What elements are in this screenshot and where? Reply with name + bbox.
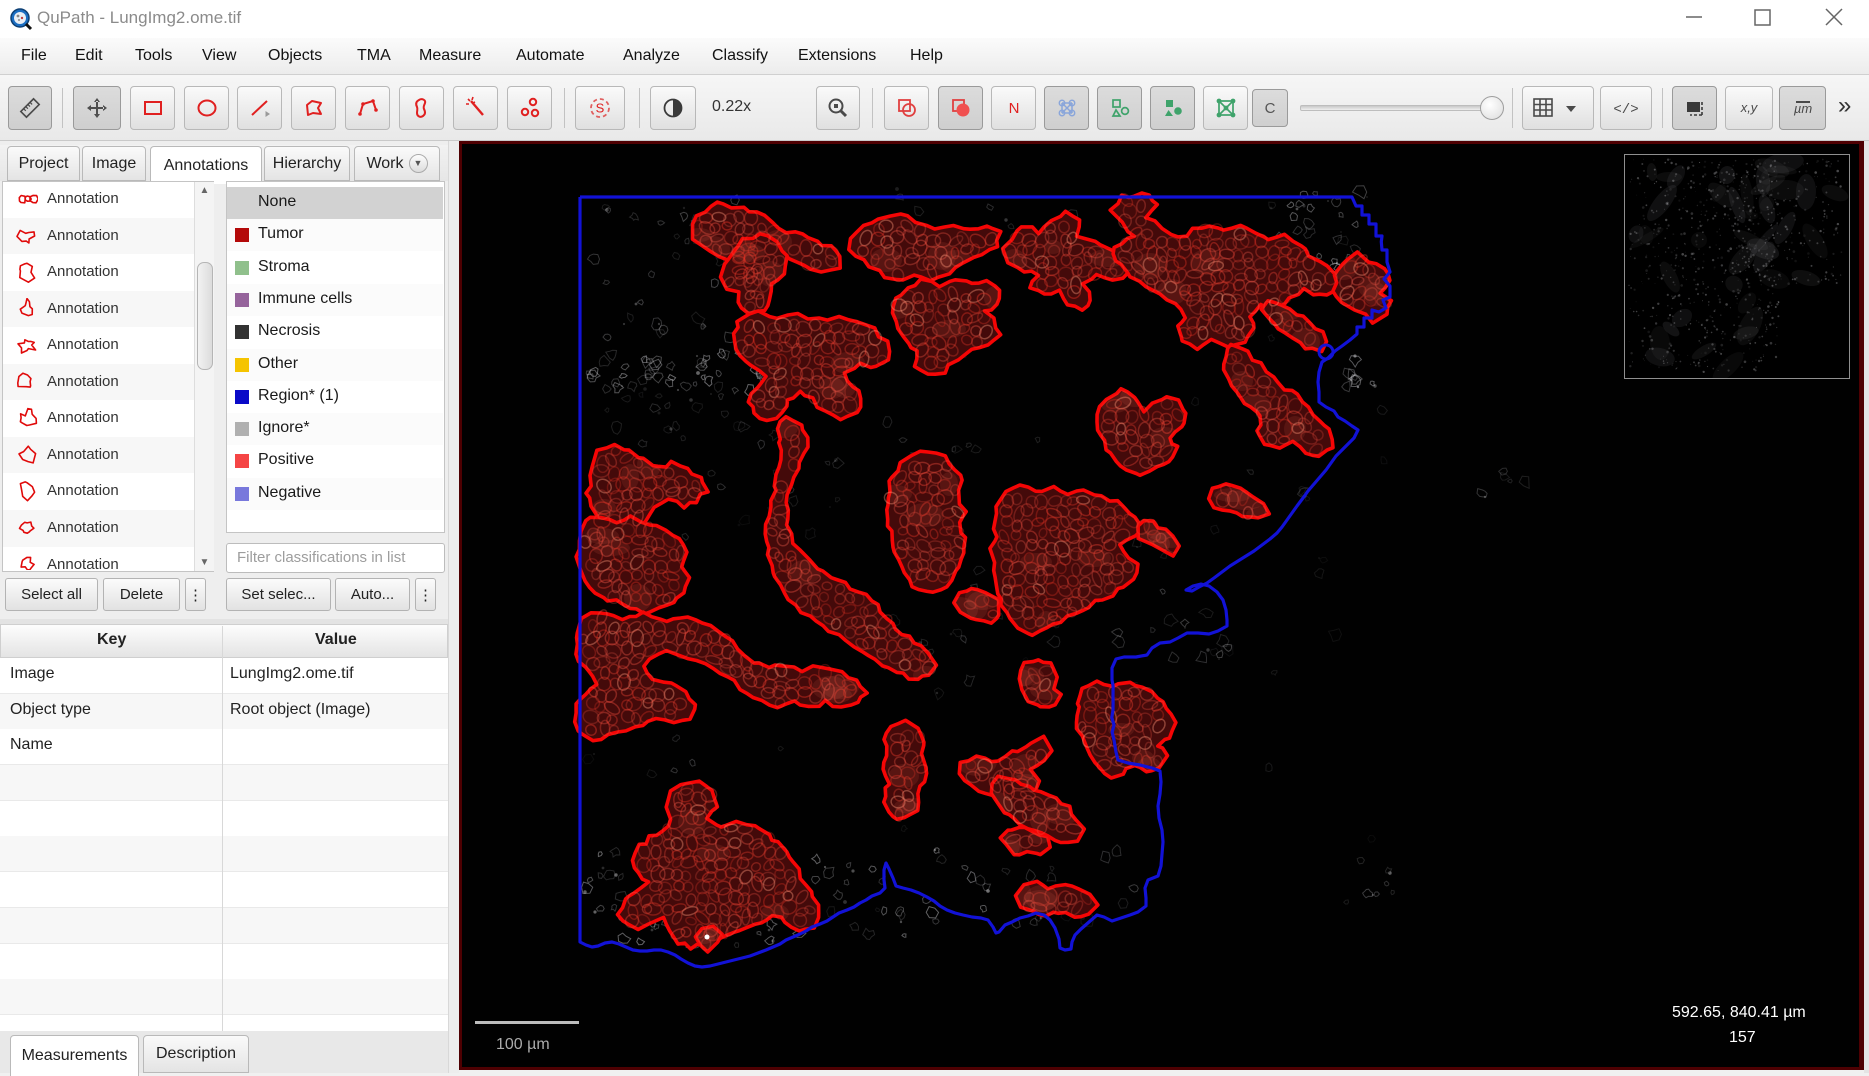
svg-text:µm: µm bbox=[1793, 101, 1811, 116]
svg-text:</>: </> bbox=[1613, 102, 1638, 118]
svg-text:N: N bbox=[1008, 100, 1019, 117]
svg-text:S: S bbox=[596, 101, 605, 116]
svg-text:C: C bbox=[1265, 100, 1276, 117]
svg-text:x,y: x,y bbox=[1740, 100, 1759, 115]
